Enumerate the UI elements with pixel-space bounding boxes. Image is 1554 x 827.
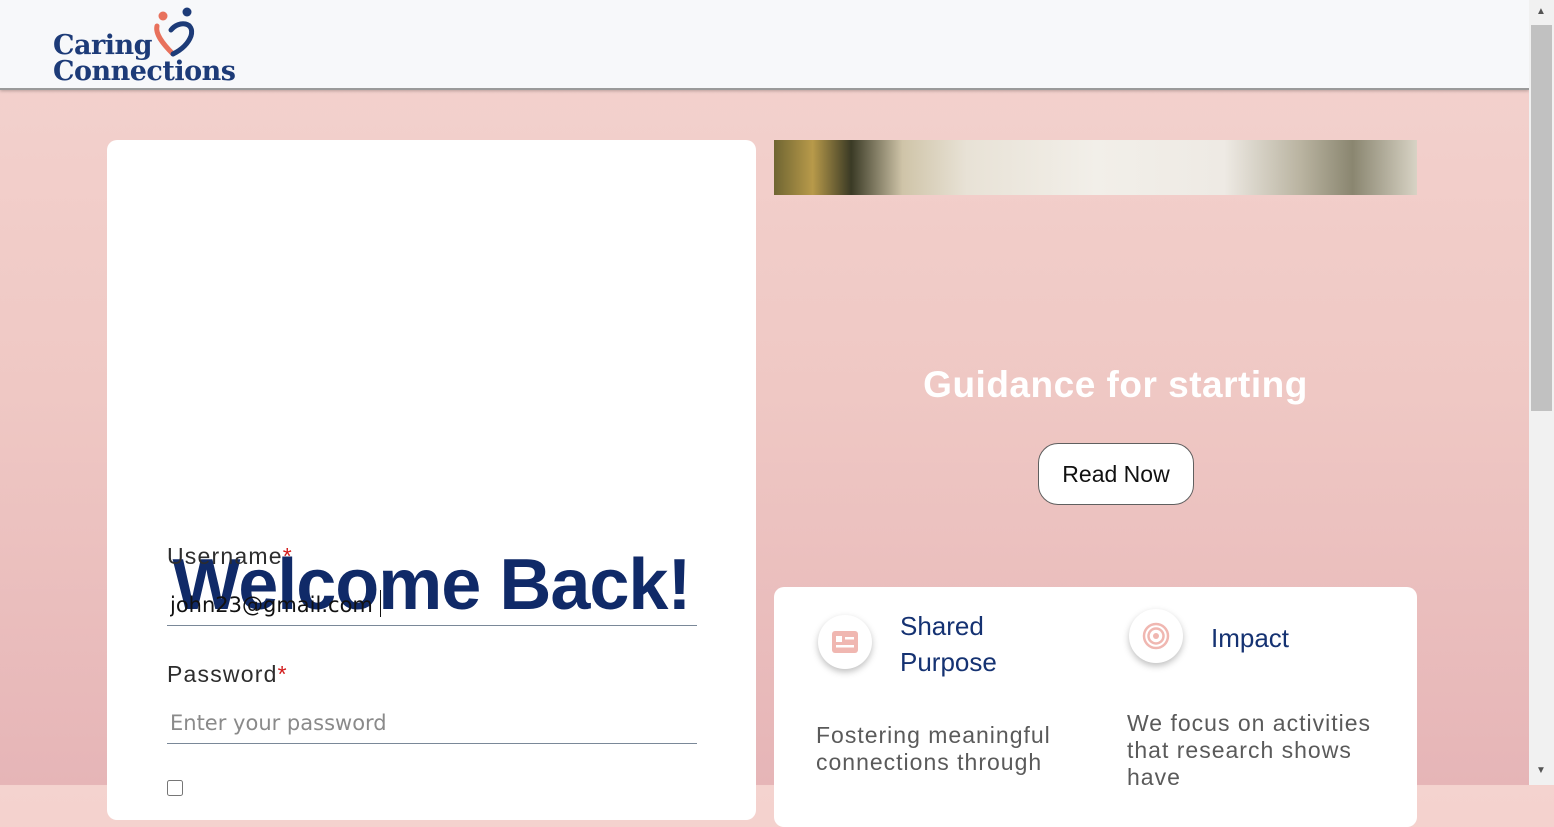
- logo-text-caring: Caring: [53, 30, 152, 61]
- target-icon: [1129, 609, 1183, 663]
- top-header: Caring Connections: [0, 0, 1529, 90]
- remember-me-row: [167, 780, 183, 801]
- password-label: Password*: [167, 661, 288, 688]
- login-card: Welcome Back! Username* Password*: [107, 140, 756, 820]
- hero-title: Guidance for starting: [923, 364, 1308, 405]
- text-cursor: [380, 590, 381, 617]
- vertical-scrollbar[interactable]: ▲ ▼: [1529, 0, 1554, 785]
- heart-people-icon: [154, 7, 195, 57]
- required-mark: *: [277, 661, 288, 687]
- password-label-text: Password: [167, 661, 278, 687]
- read-now-button[interactable]: Read Now: [1038, 443, 1194, 505]
- feature-description: Fostering meaningful connections through: [816, 722, 1051, 775]
- username-label-text: Username: [167, 543, 283, 569]
- scrollbar-thumb[interactable]: [1531, 25, 1552, 411]
- password-input[interactable]: [167, 703, 697, 744]
- username-label: Username*: [167, 543, 293, 570]
- list-card-icon: [818, 615, 872, 669]
- caring-connections-logo[interactable]: Caring Connections: [53, 6, 236, 87]
- feature-description: We focus on activities that research sho…: [1127, 710, 1372, 790]
- required-mark: *: [282, 543, 293, 569]
- hero-banner-image: [774, 140, 1417, 195]
- logo-text-connections: Connections: [53, 56, 236, 87]
- remember-me-checkbox[interactable]: [167, 780, 183, 796]
- scroll-down-arrow-icon[interactable]: ▼: [1536, 765, 1546, 776]
- scroll-up-arrow-icon[interactable]: ▲: [1536, 6, 1546, 17]
- username-input[interactable]: [167, 585, 697, 626]
- features-card: Shared Purpose Fostering meaningful conn…: [774, 587, 1417, 827]
- feature-title: Impact: [1211, 623, 1290, 653]
- feature-title: Shared Purpose: [900, 611, 997, 677]
